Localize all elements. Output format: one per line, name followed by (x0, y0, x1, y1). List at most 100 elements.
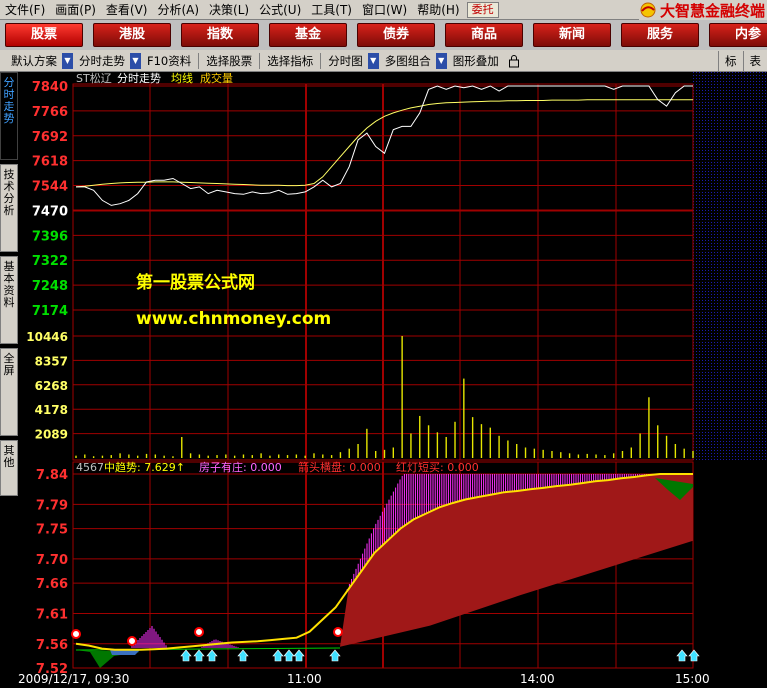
average-price-line (75, 99, 693, 188)
nav-fund[interactable]: 基金 (269, 23, 347, 47)
dropdown-arrow-icon[interactable]: ▼ (367, 52, 379, 69)
house-icon (293, 649, 305, 662)
volume-tick: 2089 (35, 428, 68, 442)
price-tick: 7692 (32, 130, 68, 145)
menu-file[interactable]: 文件(F) (0, 0, 50, 20)
overlay-button[interactable]: 图形叠加 (448, 51, 504, 71)
dropdown-arrow-icon[interactable]: ▼ (435, 52, 447, 69)
price-axis: 7840 7766 7692 7618 7544 7470 7396 7322 7248 7174 (32, 80, 68, 319)
separator (259, 52, 261, 69)
app-window: 文件(F) 画面(P) 查看(V) 分析(A) 决策(L) 公式(U) 工具(T… (0, 0, 767, 688)
price-tick: 7840 (32, 80, 68, 95)
menu-view[interactable]: 查看(V) (101, 0, 153, 20)
volume-axis: 10446 8357 6268 4178 2089 (26, 330, 68, 442)
separator (198, 52, 200, 69)
stock-name: ST松辽 (76, 72, 112, 85)
price-line (76, 85, 693, 206)
multi-combo-button[interactable]: 多图组合 (380, 51, 436, 71)
lower-tick: 7.61 (36, 607, 68, 622)
select-stock-button[interactable]: 选择股票 (201, 51, 257, 71)
after-hours-region (693, 72, 767, 460)
indicator-trend: 中趋势: 7.629↑ (104, 461, 185, 474)
house-icon (688, 649, 700, 662)
chart-mode-label: 分时走势 (117, 72, 161, 85)
menu-analysis[interactable]: 分析(A) (152, 0, 204, 20)
brand-name: 大智慧金融终端 (659, 1, 765, 20)
lower-tick: 7.66 (36, 577, 68, 592)
price-tick: 7322 (32, 254, 68, 269)
volume-bars (75, 336, 694, 458)
lower-tick: 7.56 (36, 638, 68, 653)
lower-tick: 7.75 (36, 523, 68, 538)
lock-icon[interactable] (508, 54, 520, 68)
red-light-icon (194, 627, 204, 637)
house-icon (180, 649, 192, 662)
lower-tick: 7.84 (36, 468, 68, 483)
volume-tick: 4178 (35, 403, 68, 417)
nav-service[interactable]: 服务 (621, 23, 699, 47)
chart-area[interactable]: 7840 7766 7692 7618 7544 7470 7396 7322 7248 7174… (0, 72, 767, 688)
house-icon (272, 649, 284, 662)
indicator-arrow: 箭头横盘: 0.000 (298, 460, 381, 474)
lower-tick: 7.79 (36, 498, 68, 513)
time-tick-1100: 11:00 (287, 672, 322, 686)
nav-insider[interactable]: 内参 (709, 23, 767, 47)
menu-window[interactable]: 窗口(W) (357, 0, 412, 20)
market-nav: 股票 港股 指数 基金 债券 商品 新闻 服务 内参 (0, 20, 767, 50)
nav-news[interactable]: 新闻 (533, 23, 611, 47)
indicator-house: 房子有庄: 0.000 (199, 460, 282, 474)
tool-right-group: 标 表 (718, 50, 767, 72)
menu-view-screen[interactable]: 画面(P) (50, 0, 101, 20)
indicator-code: 4567 (76, 461, 104, 474)
select-indicator-button[interactable]: 选择指标 (262, 51, 318, 71)
menu-help[interactable]: 帮助(H) (412, 0, 464, 20)
red-light-icon (127, 636, 137, 646)
volume-legend: 成交量 (200, 72, 233, 85)
nav-stocks[interactable]: 股票 (5, 23, 83, 47)
watermark-url: www.chnmoney.com (136, 309, 331, 329)
tool-bar: 默认方案 ▼ 分时走势 ▼ F10资料 选择股票 选择指标 分时图 ▼ 多图组合… (0, 50, 767, 72)
avg-legend: 均线 (171, 72, 193, 85)
menu-formula[interactable]: 公式(U) (254, 0, 306, 20)
volume-tick: 10446 (26, 330, 68, 344)
timeshare-chart-button[interactable]: 分时图 (323, 51, 368, 71)
price-tick: 7766 (32, 105, 68, 120)
house-icon (676, 649, 688, 662)
red-light-icon (71, 629, 81, 639)
menu-tools[interactable]: 工具(T) (306, 0, 357, 20)
nav-bond[interactable]: 债券 (357, 23, 435, 47)
brand: 大智慧金融终端 (638, 0, 767, 20)
house-icon (206, 649, 218, 662)
volume-tick: 8357 (35, 354, 68, 368)
price-tick: 7396 (32, 229, 68, 244)
brand-logo-icon (640, 2, 656, 18)
menu-decision[interactable]: 决策(L) (204, 0, 254, 20)
house-icon (193, 649, 205, 662)
house-icon (283, 649, 295, 662)
price-tick: 7248 (32, 279, 68, 294)
nav-index[interactable]: 指数 (181, 23, 259, 47)
time-tick-1500: 15:00 (675, 672, 710, 686)
mark-button[interactable]: 标 (718, 51, 743, 71)
indicator-redlight: 红灯短买: 0.000 (396, 460, 479, 474)
dropdown-arrow-icon[interactable]: ▼ (130, 52, 141, 69)
menu-bar: 文件(F) 画面(P) 查看(V) 分析(A) 决策(L) 公式(U) 工具(T… (0, 0, 767, 20)
house-icon (237, 649, 249, 662)
price-tick: 7544 (32, 180, 68, 195)
watermark-title: 第一股票公式网 (136, 272, 255, 293)
table-button[interactable]: 表 (742, 51, 767, 71)
price-tick: 7618 (32, 155, 68, 170)
nav-hk-stocks[interactable]: 港股 (93, 23, 171, 47)
nav-commodity[interactable]: 商品 (445, 23, 523, 47)
separator (320, 52, 322, 69)
f10-button[interactable]: F10资料 (142, 51, 196, 71)
lower-tick: 7.70 (36, 553, 68, 568)
entrust-button[interactable]: 委托 (466, 1, 499, 18)
lower-axis: 7.847.797.757.707.667.617.567.52 (36, 468, 68, 677)
timeshare-button[interactable]: 分时走势 (74, 51, 130, 71)
dropdown-arrow-icon[interactable]: ▼ (62, 52, 73, 69)
default-scheme-button[interactable]: 默认方案 (6, 51, 62, 71)
volume-tick: 6268 (35, 379, 68, 393)
red-light-icon (333, 627, 343, 637)
price-tick: 7174 (32, 304, 68, 319)
